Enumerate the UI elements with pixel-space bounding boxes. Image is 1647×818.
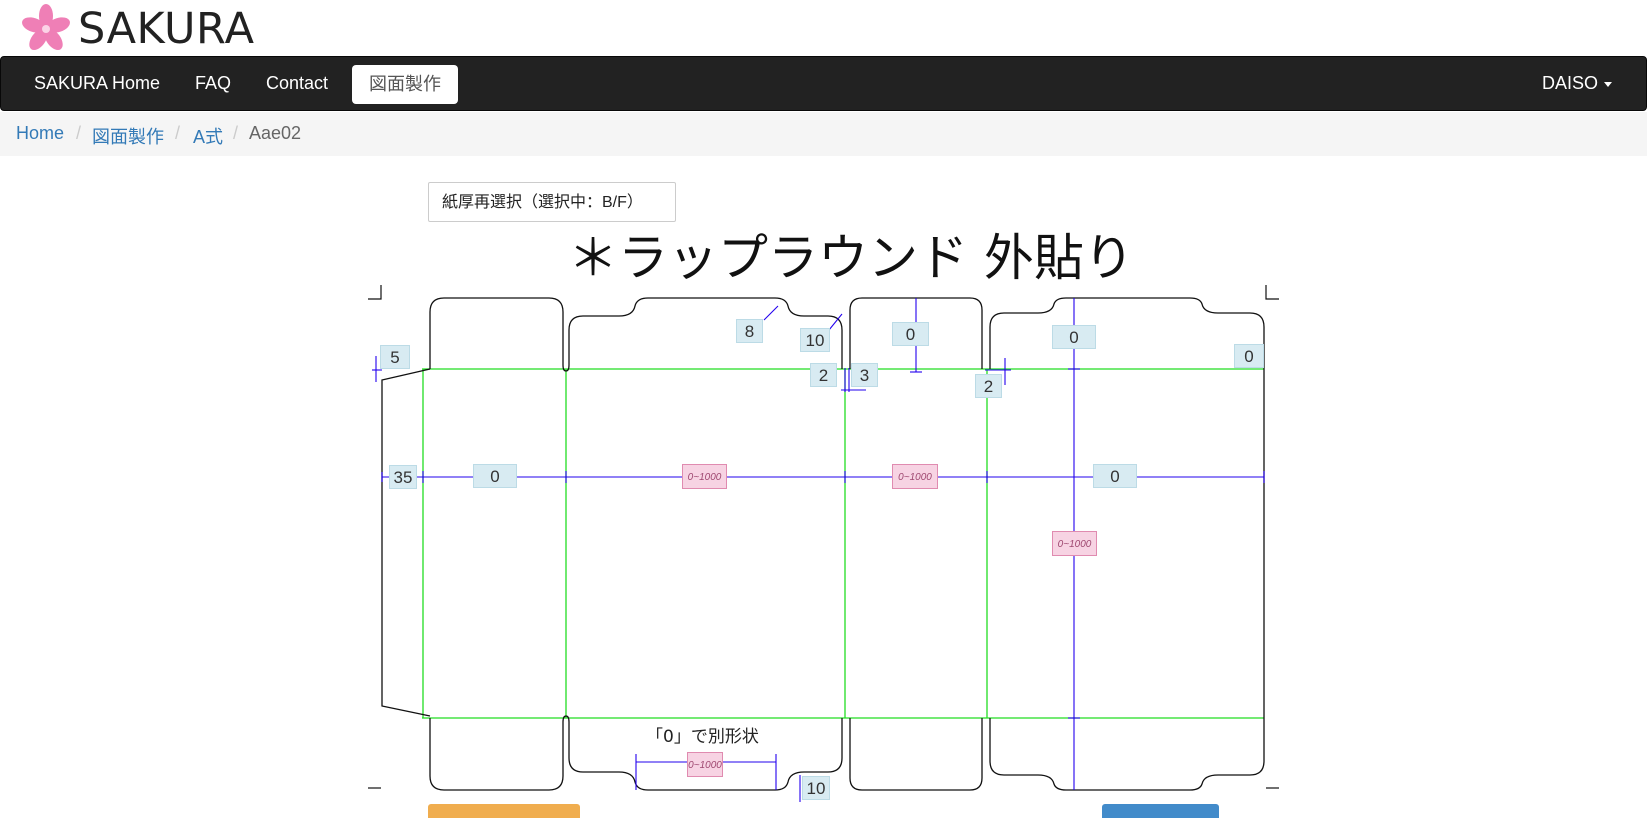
- dim-top-e-input[interactable]: 0: [1234, 344, 1264, 368]
- dim-top-b-input[interactable]: 10: [800, 328, 830, 352]
- range-placeholder: 0~1000: [688, 760, 722, 771]
- range-width-input[interactable]: 0~1000: [892, 464, 938, 489]
- dim-gap-b-input[interactable]: 3: [851, 363, 878, 387]
- dim-panel-1-input[interactable]: 0: [473, 464, 517, 488]
- range-placeholder: 0~1000: [1057, 539, 1092, 550]
- dim-gap-c-input[interactable]: 2: [975, 374, 1002, 398]
- dim-panel-4-input[interactable]: 0: [1093, 464, 1137, 488]
- zero-shape-note: 「0」で別形状: [646, 727, 759, 747]
- dim-top-c-input[interactable]: 0: [892, 322, 929, 346]
- range-bottom-input[interactable]: 0~1000: [687, 752, 723, 777]
- crop-marks: [368, 285, 1279, 789]
- dim-left-flap-input[interactable]: 5: [380, 345, 410, 369]
- fold-lines: [422, 368, 1264, 719]
- range-length-input[interactable]: 0~1000: [682, 464, 727, 489]
- dim-glue-width-input[interactable]: 35: [389, 465, 417, 489]
- range-placeholder: 0~1000: [898, 472, 932, 483]
- range-placeholder: 0~1000: [687, 472, 722, 483]
- dim-top-a-input[interactable]: 8: [736, 319, 763, 343]
- dim-top-d-input[interactable]: 0: [1052, 325, 1096, 349]
- dim-bottom-input[interactable]: 10: [802, 776, 830, 800]
- orange-action-button[interactable]: [428, 804, 580, 818]
- range-height-input[interactable]: 0~1000: [1052, 531, 1097, 556]
- blue-action-button[interactable]: [1102, 804, 1219, 818]
- dim-gap-a-input[interactable]: 2: [810, 363, 837, 387]
- box-die-line-diagram: [368, 285, 1279, 802]
